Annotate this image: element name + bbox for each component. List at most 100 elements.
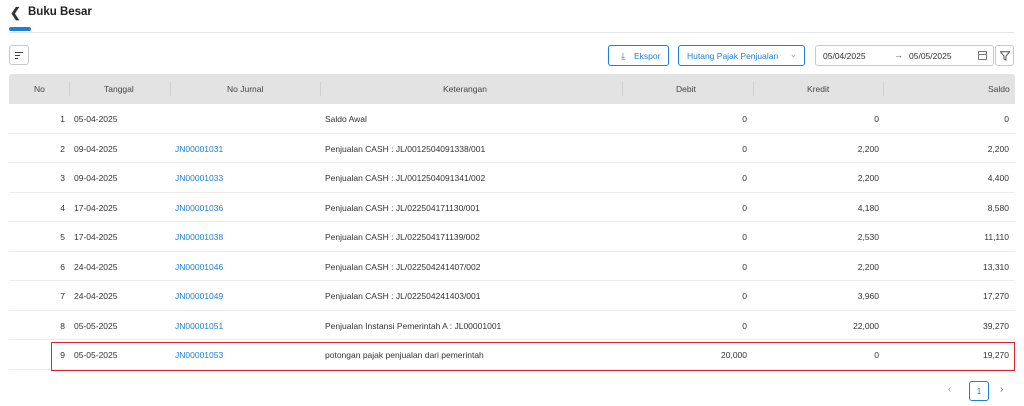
- cell-kredit: 22,000: [853, 320, 879, 331]
- col-saldo: Saldo: [988, 84, 1010, 94]
- chevron-left-icon[interactable]: ‹: [948, 384, 951, 395]
- table-row: 5 17-04-2025 JN00001038 Penjualan CASH : JL…: [9, 222, 1015, 252]
- date-from-input[interactable]: 05/04/2025: [823, 51, 866, 61]
- column-filter-button[interactable]: [9, 45, 29, 65]
- page-1-button[interactable]: 1: [969, 381, 989, 401]
- col-divider: [170, 82, 171, 96]
- cell-tanggal: 09-04-2025: [74, 143, 118, 154]
- cell-saldo: 2,200: [987, 143, 1009, 154]
- cell-saldo: 17,270: [983, 291, 1009, 301]
- cell-saldo: 39,270: [983, 320, 1009, 331]
- cell-keterangan: Saldo Awal: [325, 114, 367, 124]
- col-divider: [753, 82, 754, 96]
- cell-tanggal: 24-04-2025: [74, 291, 118, 301]
- filter-button[interactable]: [995, 45, 1014, 66]
- account-select[interactable]: Hutang Pajak Penjualan ⌄: [678, 45, 805, 66]
- cell-keterangan: Penjualan Instansi Pemerintah A : JL0000…: [325, 320, 502, 331]
- cell-keterangan: Penjualan CASH : JL/0012504091341/002: [325, 173, 486, 183]
- cell-kredit: 2,200: [857, 143, 879, 154]
- cell-no: 7: [60, 291, 65, 301]
- col-no: No: [34, 84, 45, 94]
- col-divider: [883, 82, 884, 96]
- cell-keterangan: Penjualan CASH : JL/0012504091338/001: [325, 143, 486, 154]
- col-keterangan: Keterangan: [443, 84, 487, 94]
- cell-keterangan: Penjualan CASH : JL/022504171139/002: [325, 232, 480, 242]
- cell-debit: 0: [742, 173, 747, 183]
- cell-kredit: 2,530: [857, 232, 879, 242]
- highlighted-row-box: [51, 342, 1015, 371]
- cell-tanggal: 09-04-2025: [74, 173, 118, 183]
- cell-saldo: 11,110: [984, 232, 1009, 242]
- cell-no: 6: [60, 261, 65, 272]
- table-row: 7 24-04-2025 JN00001049 Penjualan CASH : JL…: [9, 281, 1015, 311]
- date-range-picker[interactable]: 05/04/2025 → 05/05/2025: [815, 45, 994, 66]
- cell-kredit: 3,960: [857, 291, 879, 301]
- cell-no: 1: [60, 114, 65, 124]
- cell-no: 4: [60, 202, 65, 213]
- cell-keterangan: Penjualan CASH : JL/022504241407/002: [325, 261, 481, 272]
- cell-tanggal: 05-04-2025: [74, 114, 118, 124]
- arrow-right-icon: →: [894, 50, 903, 60]
- col-divider: [320, 82, 321, 96]
- cell-jurnal[interactable]: JN00001036: [175, 203, 315, 213]
- header-divider: [9, 32, 1014, 33]
- col-kredit: Kredit: [807, 84, 830, 94]
- cell-kredit: 4,180: [857, 202, 879, 213]
- back-chevron-icon[interactable]: ❮: [10, 5, 24, 21]
- cell-tanggal: 24-04-2025: [74, 261, 118, 272]
- export-label: Ekspor: [634, 51, 661, 61]
- cell-tanggal: 17-04-2025: [74, 202, 118, 213]
- cell-no: 3: [60, 173, 65, 183]
- cell-debit: 0: [742, 261, 747, 272]
- toolbar: ⤓ Ekspor Hutang Pajak Penjualan ⌄ 05/04/…: [0, 44, 1024, 68]
- cell-debit: 0: [742, 143, 747, 154]
- account-select-value: Hutang Pajak Penjualan: [687, 51, 779, 61]
- cell-saldo: 8,580: [987, 202, 1009, 213]
- download-icon: ⤓: [621, 51, 625, 61]
- cell-tanggal: 05-05-2025: [74, 320, 118, 331]
- col-no-jurnal: No Jurnal: [227, 84, 264, 94]
- table-row: 4 17-04-2025 JN00001036 Penjualan CASH : JL…: [9, 193, 1015, 222]
- calendar-icon[interactable]: [978, 51, 987, 60]
- cell-keterangan: Penjualan CASH : JL/022504241403/001: [325, 291, 481, 301]
- table-row: 2 09-04-2025 JN00001031 Penjualan CASH : JL…: [9, 134, 1015, 163]
- export-button[interactable]: ⤓ Ekspor: [608, 45, 669, 66]
- table-row: 6 24-04-2025 JN00001046 Penjualan CASH : JL…: [9, 252, 1015, 281]
- cell-debit: 0: [742, 291, 747, 301]
- cell-no: 8: [60, 320, 65, 331]
- cell-jurnal[interactable]: JN00001031: [175, 144, 315, 154]
- col-tanggal: Tanggal: [104, 84, 134, 94]
- cell-kredit: 2,200: [857, 173, 879, 183]
- pagination: ‹ 1 ›: [0, 380, 1024, 402]
- cell-keterangan: Penjualan CASH : JL/022504171130/001: [325, 202, 480, 213]
- cell-jurnal[interactable]: JN00001033: [175, 173, 315, 183]
- cell-saldo: 0: [1004, 114, 1009, 124]
- filter-lines-icon: [15, 52, 24, 60]
- table-header: No Tanggal No Jurnal Keterangan Debit Kr…: [9, 74, 1015, 104]
- cell-no: 2: [60, 143, 65, 154]
- cell-jurnal[interactable]: JN00001051: [175, 321, 315, 331]
- cell-saldo: 4,400: [987, 173, 1009, 183]
- title-underline: [9, 27, 31, 31]
- table-row: 3 09-04-2025 JN00001033 Penjualan CASH : JL…: [9, 163, 1015, 193]
- page-title: Buku Besar: [28, 6, 92, 18]
- col-divider: [622, 82, 623, 96]
- cell-jurnal[interactable]: JN00001049: [175, 291, 315, 301]
- chevron-right-icon[interactable]: ›: [1000, 384, 1003, 395]
- cell-debit: 0: [742, 202, 747, 213]
- col-divider: [69, 82, 70, 96]
- cell-debit: 0: [742, 320, 747, 331]
- cell-jurnal[interactable]: JN00001038: [175, 232, 315, 242]
- cell-saldo: 13,310: [983, 261, 1009, 272]
- cell-jurnal[interactable]: JN00001046: [175, 262, 315, 272]
- table-row: 8 05-05-2025 JN00001051 Penjualan Instansi …: [9, 311, 1015, 340]
- chevron-down-icon: ⌄: [790, 50, 797, 59]
- col-debit: Debit: [676, 84, 696, 94]
- cell-tanggal: 17-04-2025: [74, 232, 118, 242]
- date-to-input[interactable]: 05/05/2025: [909, 51, 952, 61]
- table-row: 1 05-04-2025 Saldo Awal 0 0 0: [9, 104, 1015, 134]
- cell-debit: 0: [742, 114, 747, 124]
- page-header: ❮ Buku Besar: [0, 0, 1024, 33]
- cell-no: 5: [60, 232, 65, 242]
- cell-kredit: 2,200: [857, 261, 879, 272]
